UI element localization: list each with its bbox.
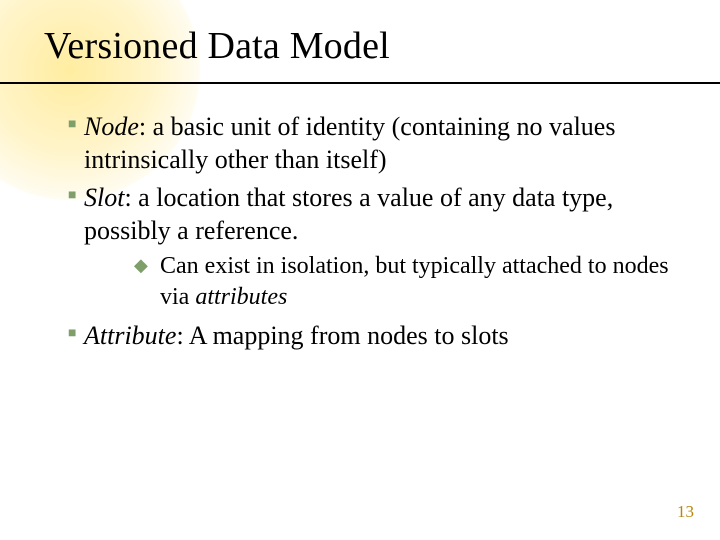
title-underline xyxy=(0,82,720,84)
square-bullet-icon: ■ xyxy=(44,110,84,177)
term-slot: Slot xyxy=(84,183,124,212)
slide-body: ■ Node: a basic unit of identity (contai… xyxy=(0,74,720,352)
square-bullet-icon: ■ xyxy=(44,319,84,352)
bullet-slot: ■ Slot: a location that stores a value o… xyxy=(44,181,680,248)
bullet-attribute: ■ Attribute: A mapping from nodes to slo… xyxy=(44,319,680,352)
bullet-text: Slot: a location that stores a value of … xyxy=(84,181,680,248)
def-slot: : a location that stores a value of any … xyxy=(84,183,613,245)
term-attribute: Attribute xyxy=(84,321,176,350)
term-node: Node xyxy=(84,112,139,141)
def-attribute: : A mapping from nodes to slots xyxy=(176,321,508,350)
square-bullet-icon: ■ xyxy=(44,181,84,248)
sub-bullet-text: Can exist in isolation, but typically at… xyxy=(160,251,680,312)
diamond-bullet-icon: ◆ xyxy=(134,251,160,312)
bullet-text: Node: a basic unit of identity (containi… xyxy=(84,110,680,177)
page-number: 13 xyxy=(677,502,694,522)
def-node: : a basic unit of identity (containing n… xyxy=(84,112,615,174)
sub-bullet-slot: ◆ Can exist in isolation, but typically … xyxy=(44,251,680,312)
slide-title: Versioned Data Model xyxy=(0,0,720,74)
bullet-node: ■ Node: a basic unit of identity (contai… xyxy=(44,110,680,177)
sub-em: attributes xyxy=(195,284,287,310)
bullet-text: Attribute: A mapping from nodes to slots xyxy=(84,319,680,352)
slide-content: Versioned Data Model ■ Node: a basic uni… xyxy=(0,0,720,540)
